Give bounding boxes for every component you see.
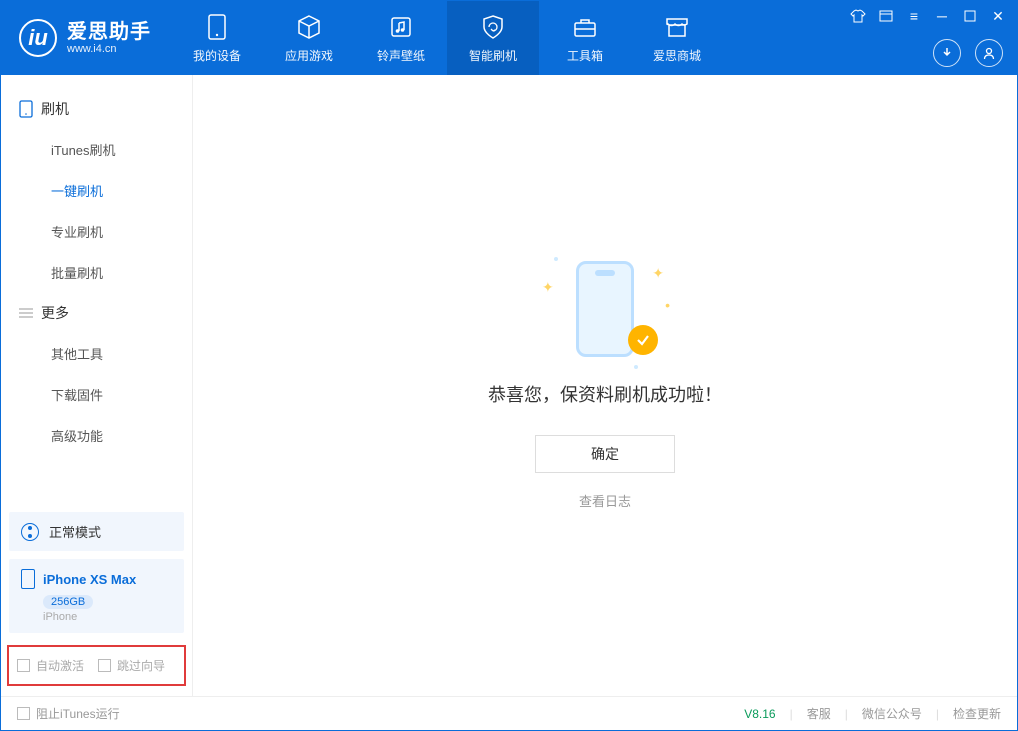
check-badge-icon (628, 325, 658, 355)
checkbox-skip-wizard[interactable]: 跳过向导 (98, 657, 165, 674)
sparkle-icon: ✦ (652, 265, 664, 282)
success-illustration: ✦ ✦ • (560, 261, 650, 351)
link-support[interactable]: 客服 (807, 705, 831, 722)
tab-toolbox[interactable]: 工具箱 (539, 1, 631, 75)
sidebar-item-advanced[interactable]: 高级功能 (1, 415, 192, 456)
device-name: iPhone XS Max (43, 572, 136, 587)
menu-icon[interactable]: ≡ (905, 7, 923, 25)
sidebar: 刷机 iTunes刷机 一键刷机 专业刷机 批量刷机 更多 其他工具 下载固件 … (1, 75, 193, 696)
mode-label: 正常模式 (49, 522, 101, 541)
link-wechat[interactable]: 微信公众号 (862, 705, 922, 722)
tab-label: 铃声壁纸 (377, 47, 425, 64)
logo: iu 爱思助手 www.i4.cn (1, 19, 171, 57)
minimize-icon[interactable]: ─ (933, 7, 951, 25)
tab-label: 工具箱 (567, 47, 603, 64)
link-check-update[interactable]: 检查更新 (953, 705, 1001, 722)
list-icon (19, 307, 33, 319)
tab-apps-games[interactable]: 应用游戏 (263, 1, 355, 75)
shield-refresh-icon (479, 13, 507, 41)
sidebar-item-oneclick-flash[interactable]: 一键刷机 (1, 170, 192, 211)
checkbox-label: 跳过向导 (117, 657, 165, 674)
checkbox-auto-activate[interactable]: 自动激活 (17, 657, 84, 674)
app-subtitle: www.i4.cn (67, 43, 151, 55)
sidebar-group-more: 更多 (1, 293, 192, 333)
checkbox-icon (17, 707, 30, 720)
cube-icon (295, 13, 323, 41)
phone-icon (21, 569, 35, 589)
sidebar-group-flash: 刷机 (1, 89, 192, 129)
logo-icon: iu (19, 19, 57, 57)
device-type: iPhone (43, 611, 172, 623)
maximize-icon[interactable] (961, 7, 979, 25)
store-icon (663, 13, 691, 41)
sidebar-item-other-tools[interactable]: 其他工具 (1, 333, 192, 374)
tab-label: 应用游戏 (285, 47, 333, 64)
device-small-icon (19, 100, 33, 118)
view-log-link[interactable]: 查看日志 (579, 491, 631, 510)
app-title: 爱思助手 (67, 21, 151, 43)
tab-smart-flash[interactable]: 智能刷机 (447, 1, 539, 75)
sidebar-item-pro-flash[interactable]: 专业刷机 (1, 211, 192, 252)
version-label: V8.16 (744, 707, 775, 721)
group-label: 刷机 (41, 99, 69, 119)
device-info[interactable]: iPhone XS Max 256GB iPhone (9, 559, 184, 633)
success-message: 恭喜您，保资料刷机成功啦！ (488, 381, 722, 407)
tab-store[interactable]: 爱思商城 (631, 1, 723, 75)
tab-label: 我的设备 (193, 47, 241, 64)
confirm-button[interactable]: 确定 (535, 435, 675, 473)
checkbox-label: 阻止iTunes运行 (36, 705, 120, 722)
tab-label: 爱思商城 (653, 47, 701, 64)
main-content: ✦ ✦ • 恭喜您，保资料刷机成功啦！ 确定 查看日志 (193, 75, 1017, 696)
mode-status[interactable]: 正常模式 (9, 512, 184, 551)
download-button[interactable] (933, 39, 961, 67)
window-controls: ≡ ─ ✕ (849, 7, 1007, 25)
tab-label: 智能刷机 (469, 47, 517, 64)
device-storage: 256GB (43, 595, 93, 609)
toolbox-icon (571, 13, 599, 41)
header: iu 爱思助手 www.i4.cn 我的设备 应用游戏 铃声壁纸 智能刷机 工具… (1, 1, 1017, 75)
checkbox-icon (17, 659, 30, 672)
normal-mode-icon (21, 523, 39, 541)
body: 刷机 iTunes刷机 一键刷机 专业刷机 批量刷机 更多 其他工具 下载固件 … (1, 75, 1017, 696)
tab-my-device[interactable]: 我的设备 (171, 1, 263, 75)
tshirt-icon[interactable] (849, 7, 867, 25)
sidebar-item-batch-flash[interactable]: 批量刷机 (1, 252, 192, 293)
user-button[interactable] (975, 39, 1003, 67)
close-icon[interactable]: ✕ (989, 7, 1007, 25)
group-label: 更多 (41, 303, 69, 323)
checkbox-block-itunes[interactable]: 阻止iTunes运行 (17, 705, 120, 722)
checkbox-icon (98, 659, 111, 672)
window-menu-icon[interactable] (877, 7, 895, 25)
sidebar-item-download-firmware[interactable]: 下载固件 (1, 374, 192, 415)
checkbox-label: 自动激活 (36, 657, 84, 674)
highlighted-options: 自动激活 跳过向导 (7, 645, 186, 686)
sparkle-icon: • (665, 297, 670, 313)
tab-ringtones-wallpapers[interactable]: 铃声壁纸 (355, 1, 447, 75)
footer: 阻止iTunes运行 V8.16 | 客服 | 微信公众号 | 检查更新 (1, 696, 1017, 730)
device-icon (203, 13, 231, 41)
nav-tabs: 我的设备 应用游戏 铃声壁纸 智能刷机 工具箱 爱思商城 (171, 1, 723, 75)
sidebar-item-itunes-flash[interactable]: iTunes刷机 (1, 129, 192, 170)
app-window: iu 爱思助手 www.i4.cn 我的设备 应用游戏 铃声壁纸 智能刷机 工具… (0, 0, 1018, 731)
sparkle-icon: ✦ (542, 279, 554, 296)
music-icon (387, 13, 415, 41)
